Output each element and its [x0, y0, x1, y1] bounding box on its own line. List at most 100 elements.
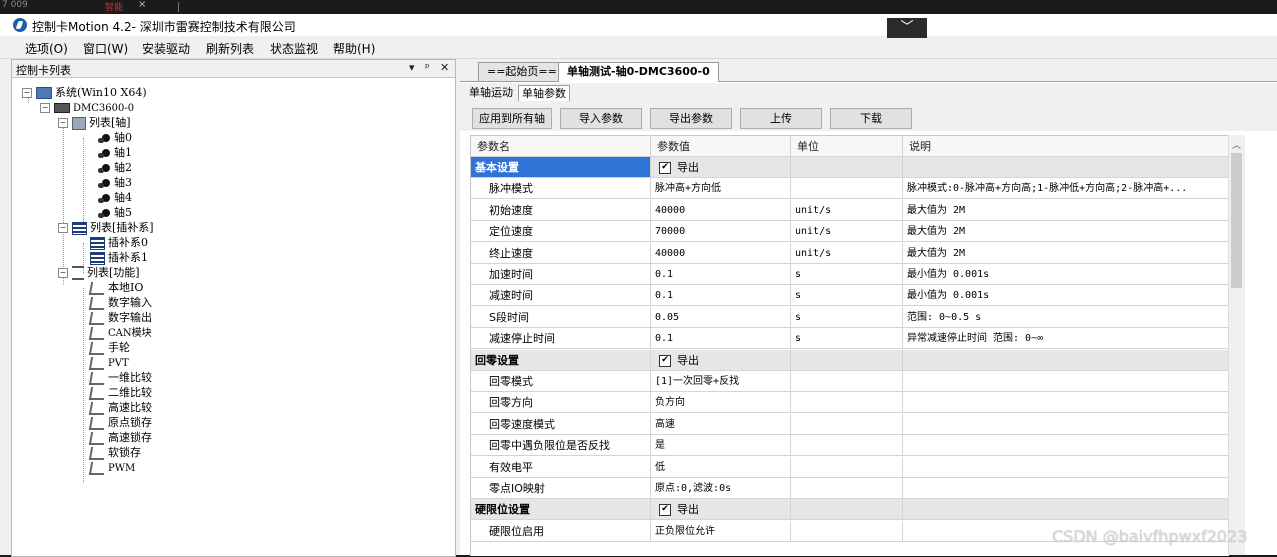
param-value[interactable]: 0.1: [651, 285, 791, 307]
param-row[interactable]: 初始速度 40000 unit/s 最大值为 2M: [471, 199, 1229, 221]
param-row[interactable]: 回零速度模式 高速: [471, 413, 1229, 435]
import-params-button[interactable]: 导入参数: [560, 108, 642, 129]
tree-item-func-11[interactable]: 软锁存: [88, 445, 141, 460]
tab-single-axis-motion[interactable]: 单轴运动: [466, 85, 516, 100]
collapse-icon[interactable]: −: [58, 268, 68, 278]
tree-item-axis-4[interactable]: 轴4: [98, 190, 132, 205]
tree-item-interp-0[interactable]: 插补系0: [90, 235, 148, 250]
export-params-button[interactable]: 导出参数: [650, 108, 732, 129]
param-value[interactable]: 40000: [651, 242, 791, 264]
panel-menu-icon[interactable]: ▾: [409, 61, 415, 74]
section-export-cell[interactable]: ✔ 导出: [651, 499, 791, 521]
tree-item-axis-2[interactable]: 轴2: [98, 160, 132, 175]
menu-options[interactable]: 选项(O): [25, 40, 68, 57]
tree-item-func-5[interactable]: PVT: [88, 355, 129, 370]
export-checkbox[interactable]: ✔: [659, 162, 671, 174]
section-name[interactable]: 基本设置: [471, 157, 651, 178]
param-row[interactable]: 回零方向 负方向: [471, 392, 1229, 414]
export-checkbox[interactable]: ✔: [659, 504, 671, 517]
tree-item-func-4[interactable]: 手轮: [88, 340, 130, 355]
tree-item-interp-list[interactable]: − 列表[插补系]: [58, 220, 154, 235]
param-value[interactable]: 正负限位允许: [651, 520, 791, 542]
apply-all-axes-button[interactable]: 应用到所有轴: [472, 108, 552, 129]
menu-window[interactable]: 窗口(W): [83, 40, 128, 57]
export-checkbox[interactable]: ✔: [659, 354, 671, 367]
tree-item-system[interactable]: − 系统(Win10 X64): [22, 85, 147, 100]
tree-item-func-8[interactable]: 高速比较: [88, 400, 152, 415]
collapse-icon[interactable]: −: [58, 118, 68, 128]
menu-refresh-list[interactable]: 刷新列表: [206, 40, 254, 57]
tree-item-axis-3[interactable]: 轴3: [98, 175, 132, 190]
param-row[interactable]: 回零模式 [1]一次回零+反找: [471, 371, 1229, 392]
scroll-up-icon[interactable]: ︿: [1232, 138, 1241, 151]
tree-item-func-10[interactable]: 高速锁存: [88, 430, 152, 445]
param-value[interactable]: 脉冲高+方向低: [651, 178, 791, 200]
tree-item-axis-list[interactable]: − 列表[轴]: [58, 115, 131, 130]
section-row[interactable]: 回零设置 ✔ 导出: [471, 349, 1229, 371]
tab-single-axis-params[interactable]: 单轴参数: [518, 85, 570, 101]
param-value[interactable]: 70000: [651, 221, 791, 243]
collapse-icon[interactable]: −: [22, 88, 32, 98]
param-value[interactable]: [1]一次回零+反找: [651, 371, 791, 392]
tree-item-card[interactable]: − DMC3600-0: [40, 100, 134, 115]
tree-item-func-3[interactable]: CAN模块: [88, 325, 152, 340]
tree-item-func-7[interactable]: 二维比较: [88, 385, 152, 400]
browser-tab-close-icon[interactable]: ×: [138, 0, 146, 10]
tree-item-func-2[interactable]: 数字输出: [88, 310, 152, 325]
tab-single-axis-test[interactable]: 单轴测试-轴0-DMC3600-0: [558, 62, 719, 82]
param-value[interactable]: 负方向: [651, 392, 791, 414]
param-row[interactable]: 减速时间 0.1 s 最小值为 0.001s: [471, 285, 1229, 307]
param-row[interactable]: 减速停止时间 0.1 s 异常减速停止时间 范围: 0~∞: [471, 328, 1229, 350]
section-row[interactable]: 硬限位设置 ✔ 导出: [471, 499, 1229, 521]
section-export-cell[interactable]: ✔ 导出: [651, 157, 791, 178]
panel-pin-icon[interactable]: ᵖ: [425, 61, 430, 74]
tree-label: 一维比较: [108, 371, 152, 384]
param-value[interactable]: 低: [651, 456, 791, 478]
tree-item-axis-5[interactable]: 轴5: [98, 205, 132, 220]
param-row[interactable]: 脉冲模式 脉冲高+方向低 脉冲模式:0-脉冲高+方向高;1-脉冲低+方向高;2-脉冲…: [471, 178, 1229, 200]
tree-item-func-1[interactable]: 数字输入: [88, 295, 152, 310]
menu-install-driver[interactable]: 安装驱动: [142, 40, 190, 57]
tree-label: 列表[功能]: [87, 266, 140, 279]
param-value[interactable]: 0.1: [651, 328, 791, 350]
menu-help[interactable]: 帮助(H): [333, 40, 375, 57]
param-row[interactable]: 定位速度 70000 unit/s 最大值为 2M: [471, 221, 1229, 243]
tree-item-func-12[interactable]: PWM: [88, 460, 135, 475]
section-row[interactable]: 基本设置 ✔ 导出: [471, 157, 1229, 178]
browser-tab-label[interactable]: 智能: [105, 0, 123, 13]
param-desc: [903, 435, 1229, 457]
param-row[interactable]: 加速时间 0.1 s 最小值为 0.001s: [471, 264, 1229, 285]
scroll-thumb[interactable]: [1231, 153, 1242, 288]
download-button[interactable]: 下载: [830, 108, 912, 129]
param-row[interactable]: 有效电平低: [471, 456, 1229, 478]
app-window: 控制卡Motion 4.2- 深圳市雷赛控制技术有限公司 ﹀ 选项(O) 窗口(…: [0, 14, 1277, 557]
param-row[interactable]: 终止速度 40000 unit/s 最大值为 2M: [471, 242, 1229, 264]
param-value[interactable]: 40000: [651, 199, 791, 221]
tree-item-interp-1[interactable]: 插补系1: [90, 250, 148, 265]
tab-start-page[interactable]: ==起始页==: [478, 62, 566, 81]
tree-item-func-list[interactable]: − 列表[功能]: [58, 265, 140, 280]
tree-item-func-0[interactable]: 本地IO: [88, 280, 143, 295]
collapse-icon[interactable]: −: [58, 223, 68, 233]
chevron-down-icon[interactable]: ﹀: [887, 18, 927, 38]
tree-item-axis-0[interactable]: 轴0: [98, 130, 132, 145]
section-name[interactable]: 回零设置: [471, 349, 651, 371]
panel-close-icon[interactable]: ✕: [440, 61, 449, 74]
menu-status-monitor[interactable]: 状态监视: [270, 40, 318, 57]
param-value[interactable]: 是: [651, 435, 791, 457]
tree-item-axis-1[interactable]: 轴1: [98, 145, 132, 160]
param-value[interactable]: 原点:0,滤波:0s: [651, 478, 791, 499]
param-row[interactable]: 零点IO映射 原点:0,滤波:0s: [471, 478, 1229, 499]
collapse-icon[interactable]: −: [40, 103, 50, 113]
param-value[interactable]: 0.1: [651, 264, 791, 285]
section-name[interactable]: 硬限位设置: [471, 499, 651, 521]
tree-item-func-9[interactable]: 原点锁存: [88, 415, 152, 430]
param-value[interactable]: 高速: [651, 413, 791, 435]
tree-item-func-6[interactable]: 一维比较: [88, 370, 152, 385]
section-export-cell[interactable]: ✔ 导出: [651, 349, 791, 371]
param-value[interactable]: 0.05: [651, 306, 791, 328]
param-row[interactable]: 回零中遇负限位是否反找是: [471, 435, 1229, 457]
upload-button[interactable]: 上传: [740, 108, 822, 129]
param-row[interactable]: S段时间 0.05 s 范围: 0~0.5 s: [471, 306, 1229, 328]
grid-scrollbar[interactable]: ︿: [1228, 135, 1245, 555]
